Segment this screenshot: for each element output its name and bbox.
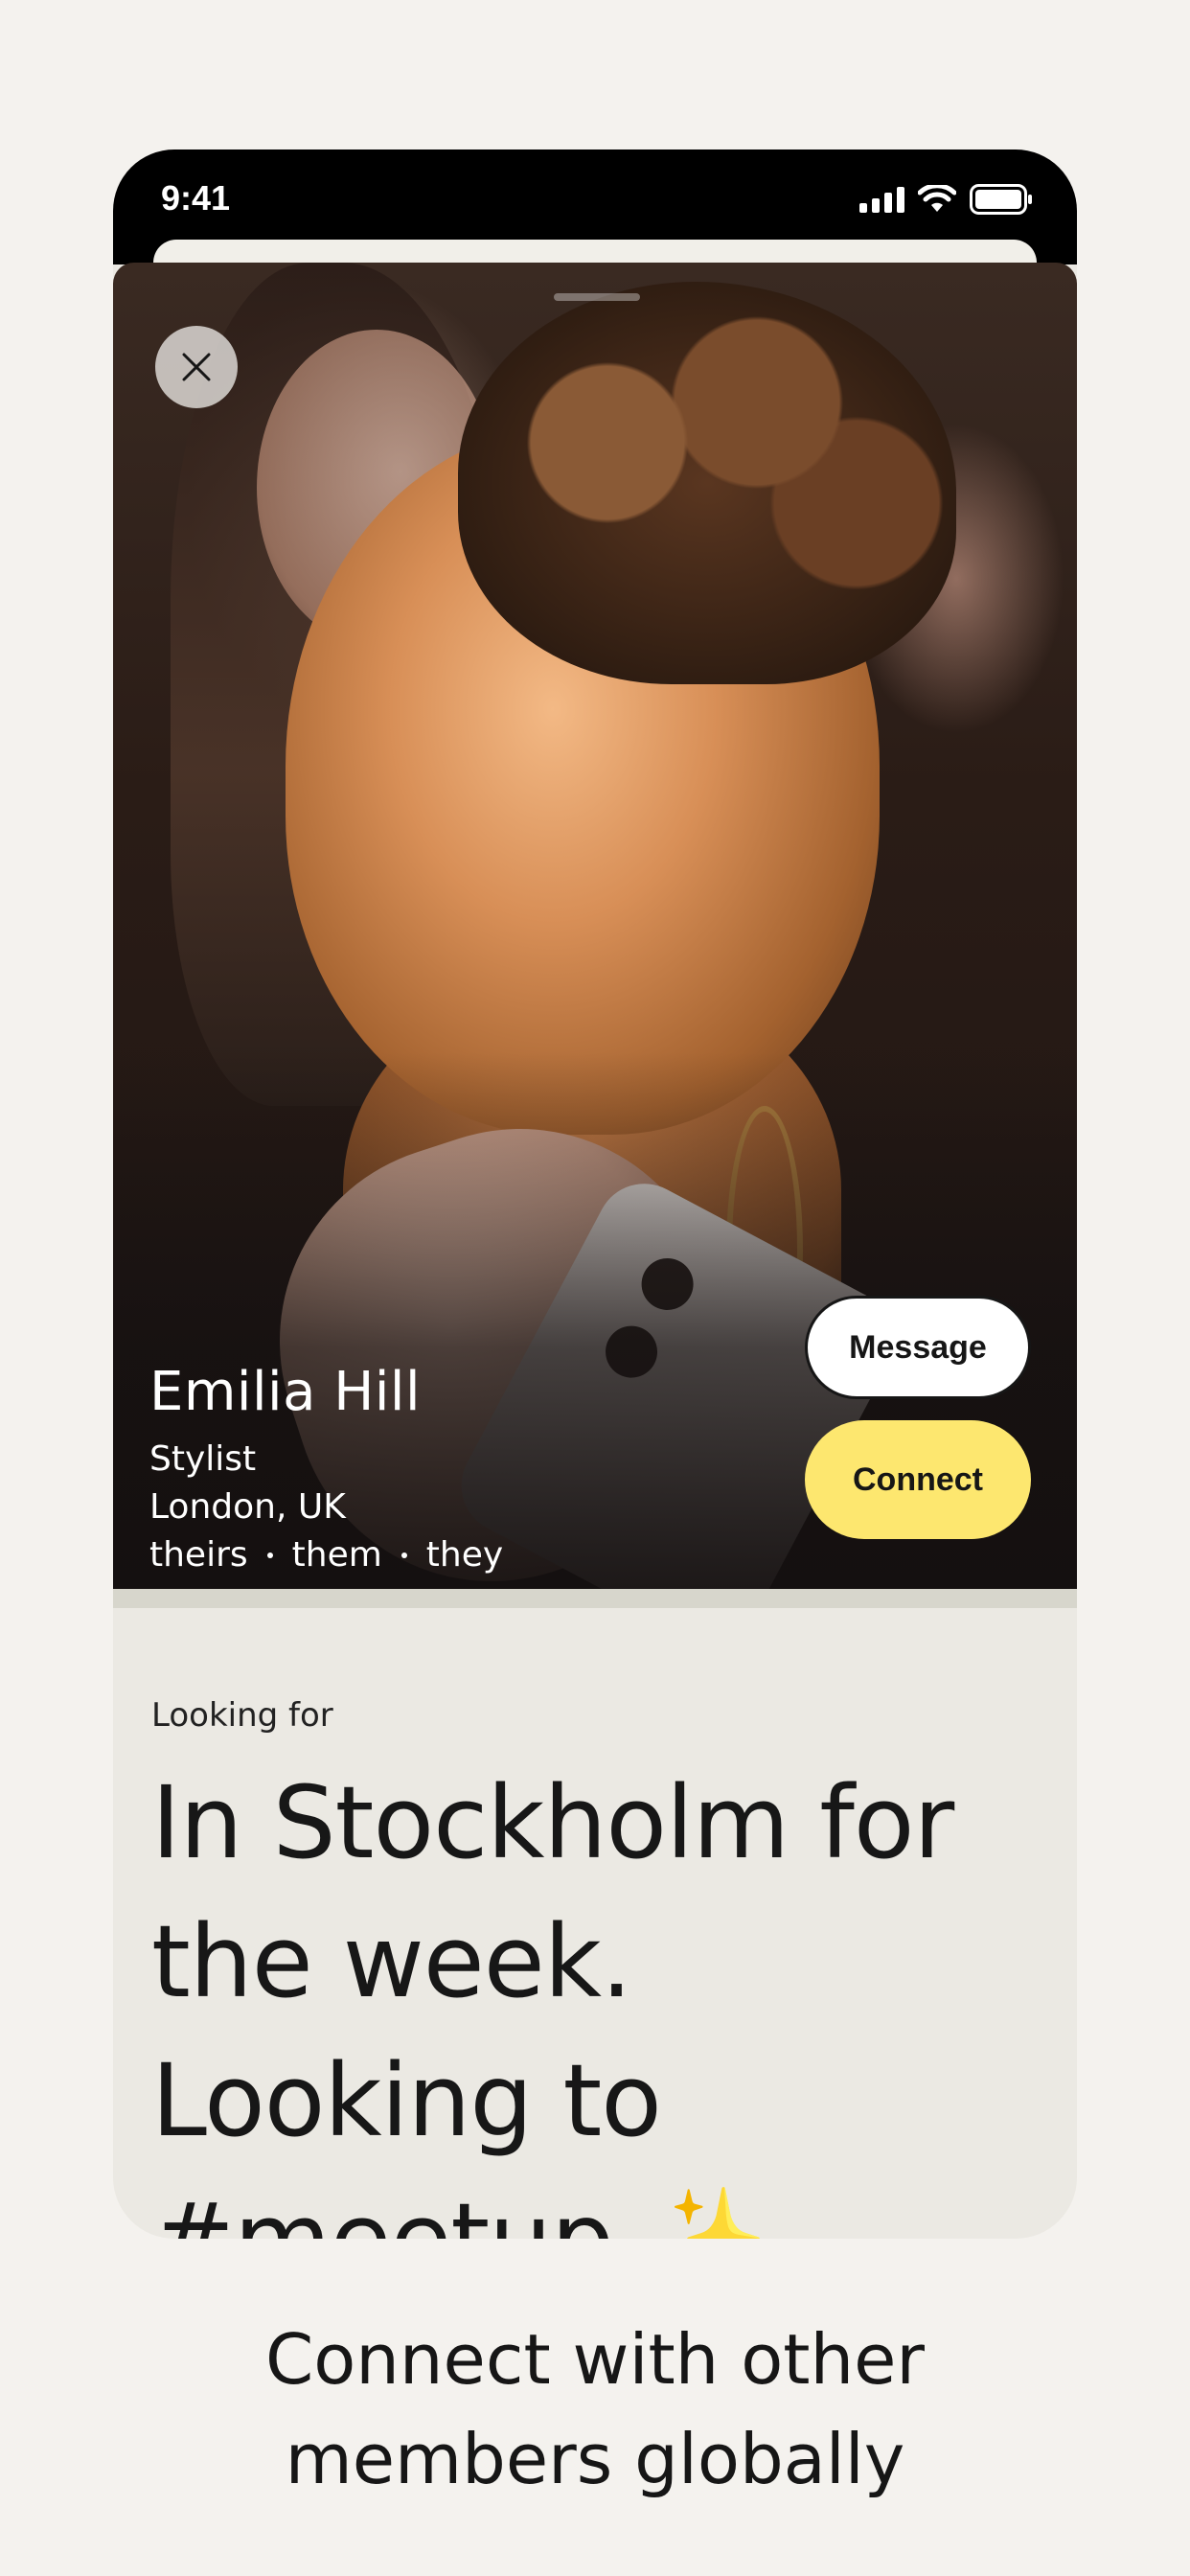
connect-button[interactable]: Connect [805, 1420, 1031, 1539]
looking-for-text: In Stockholm for the week. Looking to #m… [151, 1754, 1042, 2239]
photo-hair [458, 282, 956, 684]
sheet-grabber[interactable] [554, 293, 640, 301]
cellular-signal-icon [859, 186, 904, 213]
separator-dot [266, 1552, 273, 1558]
profile-name: Emilia Hill [149, 1361, 422, 1423]
pronoun: theirs [149, 1535, 248, 1575]
pronoun: they [425, 1535, 504, 1575]
pronoun: them [291, 1535, 382, 1575]
status-icons [859, 184, 1033, 215]
phone-frame: 9:41 Emilia Hill Stylist London, UK thei… [113, 150, 1077, 2239]
feature-caption: Connect with other members globally [0, 2310, 1190, 2509]
message-button[interactable]: Message [805, 1296, 1031, 1399]
caption-text: Connect with other members globally [264, 2319, 926, 2499]
wifi-icon [918, 185, 956, 212]
status-bar: 9:41 [113, 150, 1077, 297]
profile-info: Emilia Hill Stylist London, UK theirs th… [149, 1359, 503, 1579]
profile-occupation: Stylist [149, 1439, 257, 1479]
separator-dot [400, 1552, 407, 1558]
screen: 9:41 Emilia Hill Stylist London, UK thei… [0, 0, 1190, 2576]
sparkles-icon: ✨ [644, 2181, 767, 2239]
status-time: 9:41 [161, 178, 231, 218]
close-icon [182, 353, 211, 381]
looking-for-section: Looking for In Stockholm for the week. L… [151, 1694, 1042, 2239]
looking-for-label: Looking for [151, 1696, 333, 1735]
looking-for-message: In Stockholm for the week. Looking to #m… [151, 1764, 954, 2239]
profile-pronouns: theirs them they [149, 1531, 503, 1579]
battery-icon [970, 184, 1032, 215]
section-divider [113, 1589, 1077, 1608]
profile-location: London, UK [149, 1487, 346, 1527]
close-button[interactable] [155, 326, 238, 408]
